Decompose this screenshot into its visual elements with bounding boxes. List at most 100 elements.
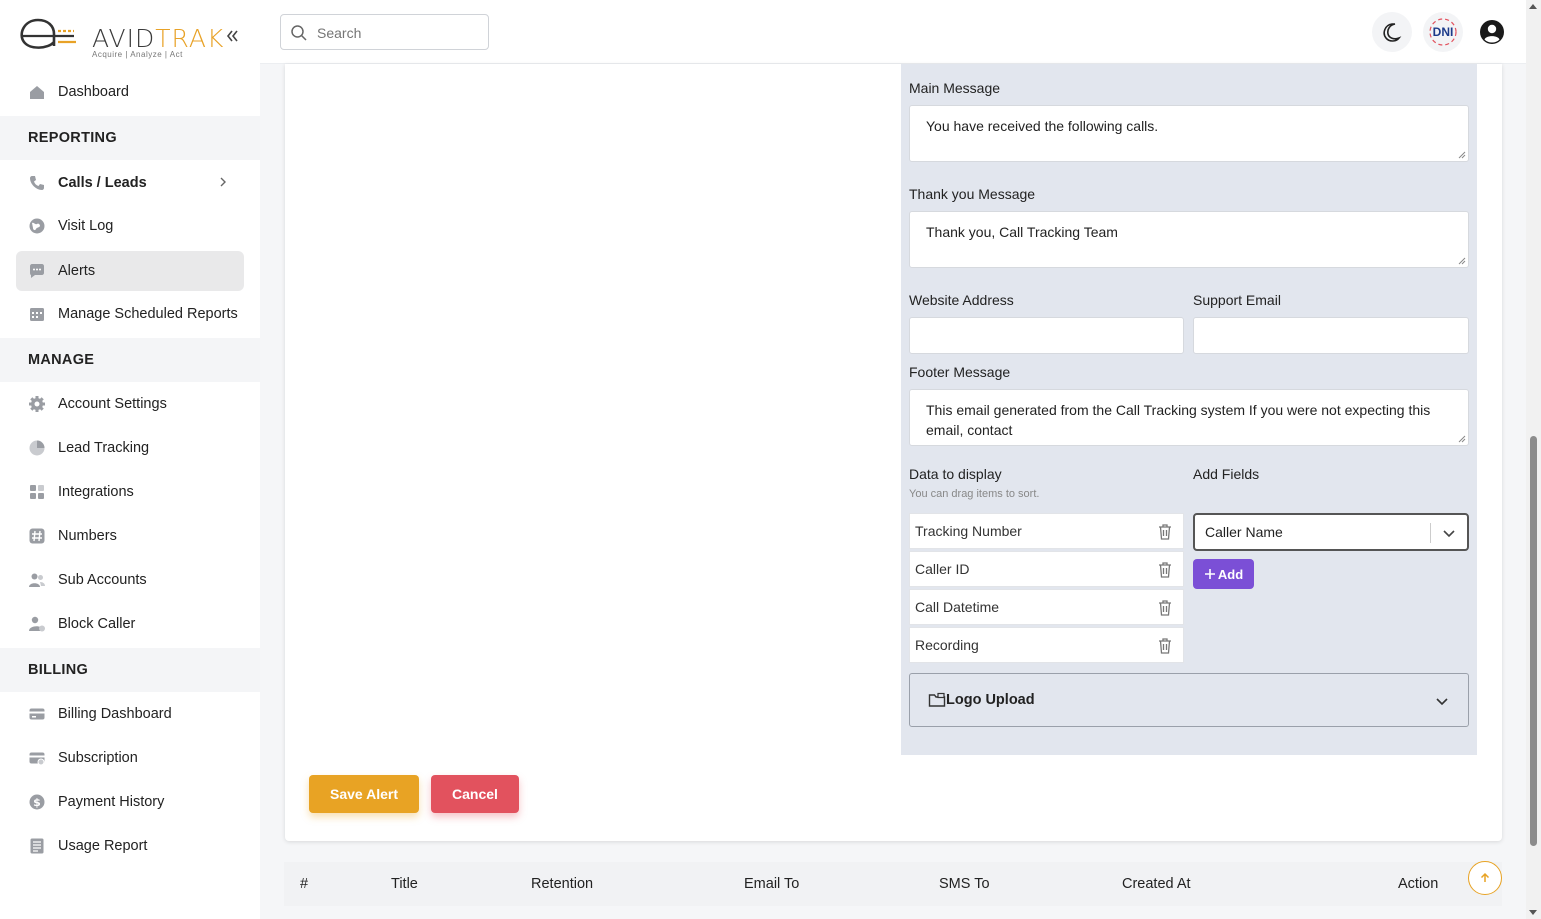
moon-icon [1383,23,1402,42]
dni-button[interactable]: DNI [1423,12,1463,52]
website-address-input[interactable] [909,317,1184,354]
resize-grip-icon [1458,435,1466,443]
logo-mark-icon [20,18,76,49]
hash-icon [28,527,46,545]
dollar-icon: $ [28,793,46,811]
data-item[interactable]: Call Datetime [909,589,1184,625]
column-header[interactable]: Title [391,876,418,892]
sidebar-item-numbers[interactable]: Numbers [16,516,244,556]
footer-message-textarea[interactable]: This email generated from the Call Track… [909,389,1469,446]
sidebar-item-block-caller[interactable]: Block Caller [16,604,244,644]
gear-icon [28,395,46,413]
thank-you-message-textarea[interactable]: Thank you, Call Tracking Team [909,211,1469,268]
data-to-display-label: Data to display [909,466,1002,482]
save-alert-button[interactable]: Save Alert [309,775,419,813]
sidebar-item-manage-scheduled-reports[interactable]: Manage Scheduled Reports [16,294,244,334]
scrollbar-thumb[interactable] [1530,436,1537,846]
page-scrollbar[interactable] [1526,0,1541,919]
sidebar-item-billing-dashboard[interactable]: Billing Dashboard [16,694,244,734]
brand-tagline: Acquire | Analyze | Act [92,50,183,59]
add-fields-select[interactable]: Caller Name [1193,513,1469,551]
pie-chart-icon [28,439,46,457]
column-header[interactable]: # [300,876,308,892]
cancel-button[interactable]: Cancel [431,775,519,813]
scroll-up-arrow-icon[interactable] [1529,4,1537,9]
folder-upload-icon [928,692,946,707]
scroll-to-top-button[interactable] [1468,861,1502,895]
search-icon [291,25,307,41]
sidebar-item-lead-tracking[interactable]: Lead Tracking [16,428,244,468]
sidebar-item-label: Visit Log [58,218,114,234]
grid-icon [28,483,46,501]
drag-hint: You can drag items to sort. [909,488,1040,500]
sidebar-item-label: Calls / Leads [58,175,147,191]
sidebar-item-usage-report[interactable]: Usage Report [16,826,244,866]
report-icon [28,837,46,855]
user-profile-button[interactable] [1472,12,1512,52]
trash-icon[interactable] [1157,523,1173,541]
sidebar-item-account-settings[interactable]: Account Settings [16,384,244,424]
column-header[interactable]: SMS To [939,876,990,892]
section-manage: MANAGE [0,338,260,382]
calendar-icon [28,305,46,323]
sidebar-item-label: Usage Report [58,838,148,854]
sidebar-item-label: Billing Dashboard [58,706,172,722]
column-header[interactable]: Email To [744,876,799,892]
home-icon [28,83,46,101]
sidebar-item-label: Account Settings [58,396,167,412]
search-box[interactable] [280,14,489,50]
sidebar-item-calls-leads[interactable]: Calls / Leads [16,163,244,203]
sidebar-item-label: Alerts [58,263,96,279]
svg-text:$: $ [33,796,41,809]
chat-bubble-icon [28,262,46,280]
topbar: DNI [260,0,1526,64]
select-divider [1430,523,1431,543]
chevrons-left-icon [226,30,238,42]
website-address-label: Website Address [909,292,1014,308]
sidebar-item-visit-log[interactable]: Visit Log [16,206,244,246]
search-input[interactable] [317,23,482,43]
sidebar-item-integrations[interactable]: Integrations [16,472,244,512]
support-email-label: Support Email [1193,292,1281,308]
main-message-label: Main Message [909,80,1001,96]
section-reporting: REPORTING [0,116,260,160]
column-header[interactable]: Created At [1122,876,1191,892]
sidebar: AVIDTRAK Acquire | Analyze | Act Dashboa… [0,0,260,919]
main-message-value: You have received the following calls. [926,118,1159,134]
logo-upload-accordion[interactable]: Logo Upload [909,673,1469,727]
user-avatar-icon [1480,20,1504,44]
dni-label: DNI [1432,25,1454,39]
trash-icon[interactable] [1157,637,1173,655]
add-fields-label: Add Fields [1193,466,1260,482]
data-item[interactable]: Caller ID [909,551,1184,587]
brand-logo[interactable]: AVIDTRAK Acquire | Analyze | Act [18,12,223,62]
logo-upload-label: Logo Upload [946,692,1035,708]
column-header[interactable]: Retention [531,876,593,892]
support-email-input[interactable] [1193,317,1469,354]
add-field-button[interactable]: Add [1193,559,1254,589]
data-item[interactable]: Tracking Number [909,513,1184,549]
sidebar-item-payment-history[interactable]: $ Payment History [16,782,244,822]
sidebar-item-label: Integrations [58,484,134,500]
arrow-up-icon [1480,872,1490,882]
trash-icon[interactable] [1157,599,1173,617]
scroll-down-arrow-icon[interactable] [1529,910,1537,915]
thank-you-message-value: Thank you, Call Tracking Team [926,224,1118,240]
sidebar-item-label: Subscription [58,750,138,766]
data-item[interactable]: Recording [909,627,1184,663]
footer-message-value: This email generated from the Call Track… [926,402,1431,438]
card-settings-icon [28,749,46,767]
sidebar-item-sub-accounts[interactable]: Sub Accounts [16,560,244,600]
credit-card-icon [28,705,46,723]
sidebar-item-dashboard[interactable]: Dashboard [16,72,244,112]
column-header[interactable]: Action [1398,876,1438,892]
trash-icon[interactable] [1157,561,1173,579]
collapse-sidebar-button[interactable] [224,24,242,48]
brand-name: AVIDTRAK [92,24,225,53]
main-message-textarea[interactable]: You have received the following calls. [909,105,1469,162]
sidebar-item-subscription[interactable]: Subscription [16,738,244,778]
dark-mode-toggle[interactable] [1372,12,1412,52]
chevron-right-icon [220,177,226,187]
chevron-down-icon [1443,530,1455,538]
sidebar-item-alerts[interactable]: Alerts [16,251,244,291]
